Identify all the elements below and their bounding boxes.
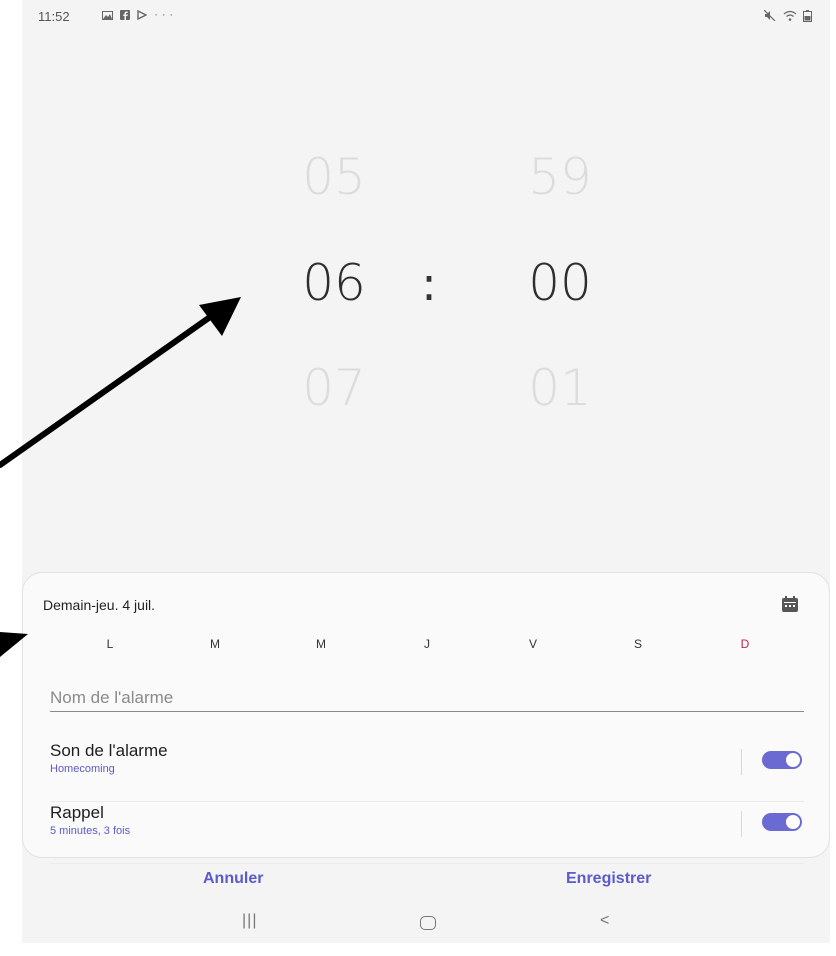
wifi-icon [783, 11, 797, 22]
alarm-sound-title: Son de l'alarme [50, 741, 168, 760]
minute-next[interactable]: 01 [500, 358, 620, 418]
toggle-knob [785, 752, 801, 768]
day-monday[interactable]: L [95, 637, 125, 651]
day-thursday[interactable]: J [412, 637, 442, 651]
weekday-selector: L M M J V S D [23, 637, 830, 659]
play-store-icon [137, 9, 148, 21]
alarm-edit-screen: 11:52 ··· 05 06 07 : 59 00 01 Demain-jeu… [22, 0, 830, 943]
system-icons [763, 8, 812, 22]
facebook-icon [120, 10, 131, 21]
recents-button[interactable]: ||| [242, 912, 257, 930]
hour-current[interactable]: 06 [274, 253, 394, 313]
alarm-sound-row[interactable]: Son de l'alarme Homecoming [50, 741, 804, 802]
calendar-icon[interactable] [781, 595, 799, 613]
back-button[interactable]: < [600, 912, 609, 930]
row-divider [741, 811, 742, 837]
minute-previous[interactable]: 59 [500, 147, 620, 207]
home-button[interactable] [420, 916, 436, 930]
status-time: 11:52 [38, 9, 70, 24]
snooze-value: 5 minutes, 3 fois [50, 825, 131, 837]
alarm-date-label: Demain-jeu. 4 juil. [43, 597, 156, 613]
cancel-button[interactable]: Annuler [203, 870, 263, 888]
toggle-knob [785, 814, 801, 830]
notification-icons: ··· [102, 9, 177, 21]
snooze-title: Rappel [50, 803, 104, 822]
status-bar: 11:52 ··· [22, 0, 830, 30]
day-sunday[interactable]: D [730, 637, 760, 651]
time-separator: : [421, 257, 437, 311]
day-wednesday[interactable]: M [306, 637, 336, 651]
alarm-sound-toggle[interactable] [762, 751, 802, 769]
minute-current[interactable]: 00 [500, 253, 620, 313]
day-saturday[interactable]: S [623, 637, 653, 651]
day-friday[interactable]: V [518, 637, 548, 651]
hour-next[interactable]: 07 [274, 358, 394, 418]
snooze-row[interactable]: Rappel 5 minutes, 3 fois [50, 803, 804, 864]
image-icon [102, 10, 113, 20]
battery-icon [803, 9, 812, 22]
mute-icon [763, 9, 776, 22]
alarm-settings-card: Demain-jeu. 4 juil. L M M J V S D Nom de… [22, 572, 830, 864]
alarm-name-input[interactable]: Nom de l'alarme [50, 685, 804, 712]
row-divider [741, 749, 742, 775]
hour-previous[interactable]: 05 [274, 147, 394, 207]
snooze-toggle[interactable] [762, 813, 802, 831]
day-tuesday[interactable]: M [200, 637, 230, 651]
more-icon: ··· [154, 9, 178, 21]
alarm-sound-value: Homecoming [50, 763, 115, 775]
save-button[interactable]: Enregistrer [566, 870, 651, 888]
